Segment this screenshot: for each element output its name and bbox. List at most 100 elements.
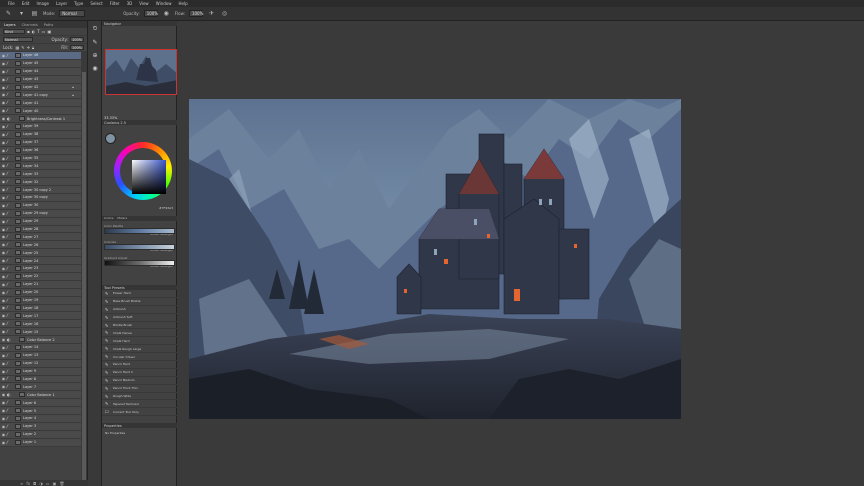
document-workspace[interactable] [177, 21, 864, 486]
pressure-size-icon[interactable]: ◎ [220, 9, 229, 18]
layer-thumbnail[interactable] [15, 60, 21, 66]
layer-name[interactable]: Layer 3 [23, 424, 82, 428]
layer-name[interactable]: Layer 46 [23, 53, 82, 57]
tool-preset-item[interactable]: ✎ Airbrush Soft [102, 314, 177, 322]
canvas-artwork[interactable] [189, 99, 681, 419]
layer-thumbnail[interactable] [19, 337, 25, 342]
brush-preset-picker[interactable]: ▾ [17, 9, 26, 18]
layer-name[interactable]: Layer 43 [23, 77, 82, 81]
layer-thumbnail[interactable] [15, 313, 21, 319]
layer-thumbnail[interactable] [15, 210, 21, 216]
layer-row[interactable]: ◉ ⁄ Layer 25 [0, 249, 82, 258]
visibility-eye-icon[interactable]: ◉ [0, 321, 7, 326]
layer-row[interactable]: ◉ ⁄ Layer 4 [0, 414, 82, 423]
layer-row[interactable]: ◉ ⁄ Layer 2 [0, 430, 82, 439]
layer-row[interactable]: ◉ ⁄ Layer 12 [0, 359, 82, 368]
visibility-eye-icon[interactable]: ◉ [0, 361, 7, 366]
layer-thumbnail[interactable] [15, 305, 21, 311]
visibility-eye-icon[interactable]: ◉ [0, 85, 7, 90]
layer-row[interactable]: ◉ ⁄ Layer 1 [0, 438, 82, 447]
visibility-eye-icon[interactable]: ◉ [0, 400, 7, 405]
lock-brush-icon[interactable]: ✎ [21, 45, 24, 50]
layer-name[interactable]: Layer 13 [23, 353, 82, 357]
visibility-eye-icon[interactable]: ◉ [0, 53, 7, 58]
layer-thumbnail[interactable] [15, 344, 21, 350]
layer-thumbnail[interactable] [15, 163, 21, 169]
layer-row[interactable]: ◉ ⁄ Layer 19 [0, 296, 82, 305]
visibility-eye-icon[interactable]: ◉ [0, 187, 7, 192]
tool-preset-item[interactable]: ✎ Eraser Hard [102, 290, 177, 298]
layer-thumbnail[interactable] [15, 281, 21, 287]
tool-preset-item[interactable]: ✎ Chalk Hard [102, 337, 177, 346]
layer-thumbnail[interactable] [15, 123, 21, 129]
layer-thumbnail[interactable] [15, 415, 21, 421]
layer-thumbnail[interactable] [15, 376, 21, 382]
layer-row[interactable]: ◉ ⁄ Layer 46 [0, 52, 82, 60]
layer-name[interactable]: Brightness/Contrast 1 [27, 117, 82, 121]
mode-select[interactable]: Normal [59, 10, 86, 17]
layer-thumbnail[interactable] [15, 202, 21, 208]
layer-thumbnail[interactable] [15, 187, 21, 193]
layer-thumbnail[interactable] [15, 179, 21, 185]
layer-name[interactable]: Layer 38 [23, 132, 82, 136]
layer-name[interactable]: Layer 7 [23, 385, 82, 389]
layer-thumbnail[interactable] [15, 431, 21, 437]
visibility-eye-icon[interactable]: ◉ [0, 124, 7, 129]
layers-scroll-thumb[interactable] [82, 72, 86, 486]
layer-name[interactable]: Layer 2 [23, 432, 82, 436]
tool-preset-item[interactable]: ✎ Pencil Hard 2 [102, 369, 177, 377]
menu-window[interactable]: Window [156, 1, 172, 6]
layer-row[interactable]: ◉ ⁄ Layer 29 copy [0, 209, 82, 218]
checkbox-icon[interactable]: ☐ [105, 409, 110, 414]
layer-row[interactable]: ◉ ⁄ Layer 41 [0, 99, 82, 108]
layer-thumbnail[interactable] [15, 218, 21, 224]
menu-filter[interactable]: Filter [110, 1, 120, 6]
layer-name[interactable]: Layer 9 [23, 369, 82, 373]
layer-name[interactable]: Layer 40 [23, 109, 82, 113]
menu-type[interactable]: Type [74, 1, 83, 6]
layer-mask-icon[interactable]: ◘ [33, 481, 36, 486]
menu-layer[interactable]: Layer [56, 1, 67, 6]
visibility-eye-icon[interactable]: ◉ [0, 432, 7, 437]
layer-thumbnail[interactable] [15, 139, 21, 145]
layer-style-icon[interactable]: fx [26, 481, 30, 486]
filter-smart-icon[interactable]: ▣ [47, 29, 51, 34]
layer-name[interactable]: Layer 19 [23, 298, 82, 302]
brush-panel-toggle-icon[interactable]: ▤ [30, 9, 39, 18]
layer-thumbnail[interactable] [15, 250, 21, 256]
menu-file[interactable]: File [8, 1, 15, 6]
visibility-eye-icon[interactable]: ◉ [0, 258, 7, 263]
layer-row[interactable]: ◉ ⁄ Layer 24 [0, 257, 82, 266]
layer-name[interactable]: Layer 17 [23, 314, 82, 318]
filter-shape-icon[interactable]: ▭ [42, 29, 46, 34]
layer-row[interactable]: ◉ ⁄ Layer 20 [0, 288, 82, 297]
layer-name[interactable]: Layer 12 [23, 361, 82, 365]
layer-row[interactable]: ◉ ⁄ Layer 5 [0, 407, 82, 415]
visibility-eye-icon[interactable]: ◉ [0, 171, 7, 176]
visibility-eye-icon[interactable]: ◉ [0, 219, 7, 224]
group-icon[interactable]: ▭ [46, 481, 50, 486]
layer-row[interactable]: ◉ ⁄ Layer 35 [0, 154, 82, 163]
layer-thumbnail[interactable] [15, 108, 21, 114]
airbrush-icon[interactable]: ✈ [207, 9, 216, 18]
layer-row[interactable]: ◉ ⁄ Layer 45 [0, 59, 82, 68]
layer-thumbnail[interactable] [15, 155, 21, 161]
layer-thumbnail[interactable] [15, 368, 21, 374]
layer-row[interactable]: ◉ ⁄ Layer 28 [0, 225, 82, 234]
layer-row[interactable]: ◉ ⁄ Layer 21 [0, 280, 82, 289]
layer-thumbnail[interactable] [15, 265, 21, 271]
layer-name[interactable]: Layer 30 [23, 203, 82, 207]
layer-name[interactable]: Layer 23 [23, 266, 82, 270]
tab-channels[interactable]: Channels [22, 23, 38, 27]
layer-thumbnail[interactable] [15, 100, 21, 106]
tool-preset-item[interactable]: ✎ Base Brush Bristle [102, 298, 177, 306]
visibility-eye-icon[interactable]: ◉ [0, 116, 7, 121]
filter-pixel-icon[interactable]: ▪ [27, 29, 30, 34]
tool-preset-item[interactable]: ✎ Airbrush [102, 306, 177, 314]
visibility-eye-icon[interactable]: ◉ [0, 337, 7, 342]
layer-row[interactable]: ◉ ⁄ Layer 15 [0, 328, 82, 337]
visibility-eye-icon[interactable]: ◉ [0, 179, 7, 184]
layer-row[interactable]: ◉ ⁄ Layer 40 [0, 107, 82, 116]
layer-row[interactable]: ◉ ⁄ Layer 18 [0, 304, 82, 313]
lock-transparency-icon[interactable]: ▦ [15, 45, 19, 50]
